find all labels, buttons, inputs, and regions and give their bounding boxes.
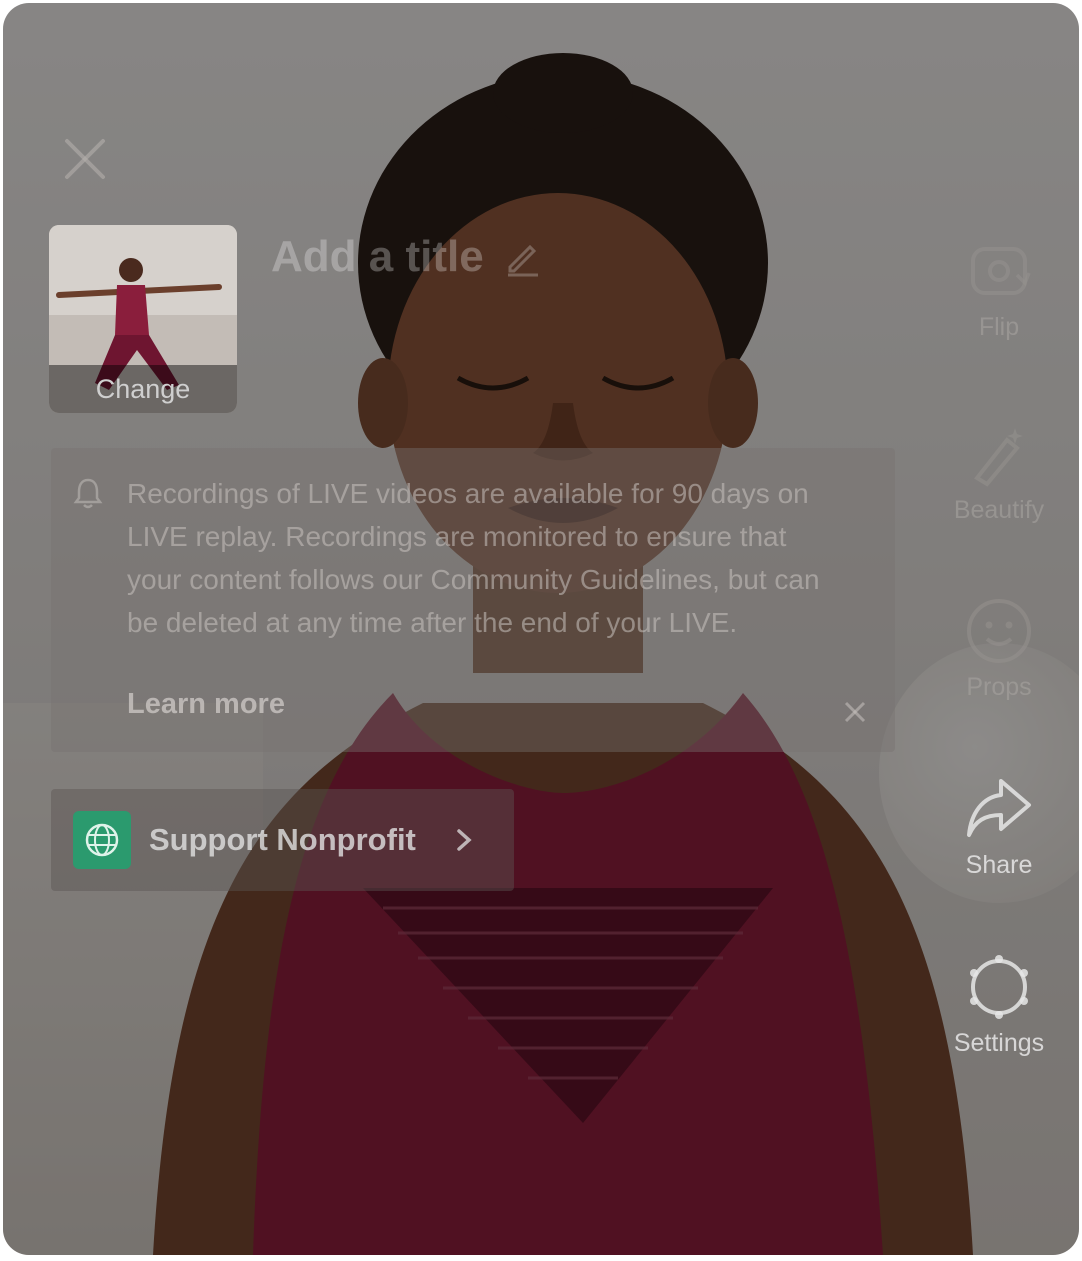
right-tool-rail: Flip Beautify Props Share Settings [919,3,1079,1255]
support-nonprofit-button[interactable]: Support Nonprofit [51,789,514,891]
gear-icon [970,955,1028,1019]
share-arrow-icon [967,779,1031,837]
share-label: Share [965,851,1033,879]
support-nonprofit-label: Support Nonprofit [149,822,416,857]
live-setup-screen: Change Add a title Recordings of LIVE vi… [3,3,1079,1255]
beautify-button[interactable]: Beautify [919,418,1079,525]
flip-label: Flip [978,313,1020,341]
props-label: Props [966,673,1032,701]
settings-label: Settings [953,1029,1045,1057]
magic-wand-icon [974,428,1023,487]
change-cover-label: Change [49,365,237,413]
replay-notice-banner: Recordings of LIVE videos are available … [51,448,895,752]
close-icon [65,139,105,179]
pencil-icon [507,244,538,277]
beautify-label: Beautify [953,496,1045,524]
settings-button[interactable]: Settings [919,951,1079,1058]
bell-icon [73,478,103,509]
close-icon[interactable] [841,698,869,726]
share-button[interactable]: Share [919,773,1079,880]
smiley-face-icon [967,599,1031,663]
learn-more-link[interactable]: Learn more [127,688,285,721]
props-button[interactable]: Props [919,595,1079,702]
cover-thumbnail[interactable]: Change [49,225,237,413]
add-title-field[interactable]: Add a title [271,225,542,289]
chevron-right-icon [457,829,472,851]
globe-icon [73,811,131,869]
flip-camera-icon [971,247,1031,295]
notice-text: Recordings of LIVE videos are available … [127,478,820,638]
close-button[interactable] [59,133,111,185]
flip-button[interactable]: Flip [919,235,1079,342]
title-placeholder: Add a title [271,232,484,281]
